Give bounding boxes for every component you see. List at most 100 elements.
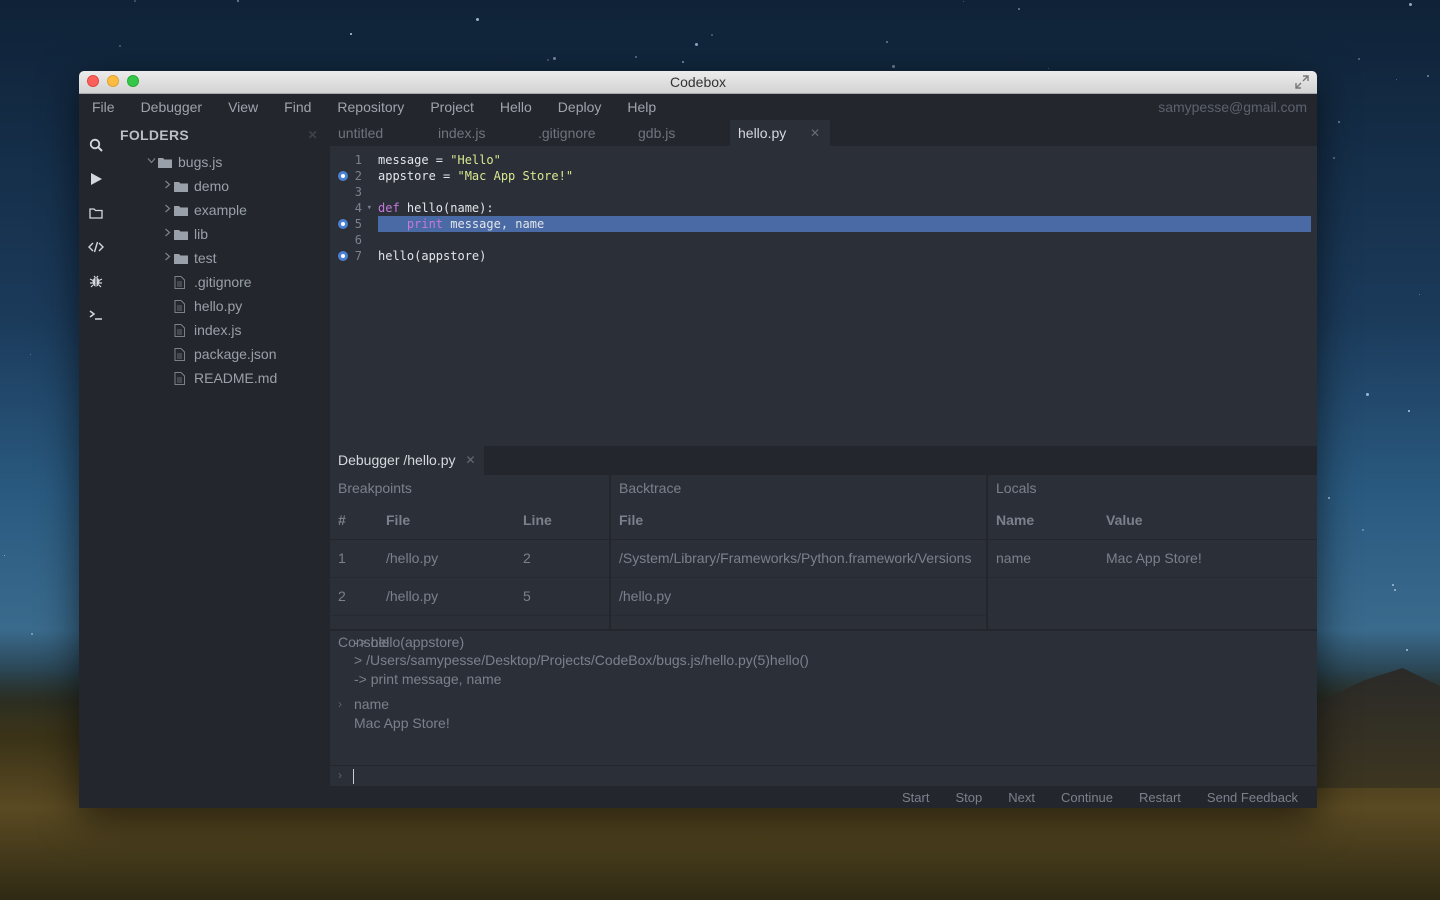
folder-item[interactable]: demo — [112, 174, 330, 198]
line-gutter[interactable]: 5 — [330, 216, 378, 232]
menu-deploy[interactable]: Deploy — [545, 99, 615, 115]
prompt-chevron-icon: › — [338, 697, 342, 711]
user-email[interactable]: samypesse@gmail.com — [1158, 99, 1307, 115]
code-line[interactable]: 2 appstore = "Mac App Store!" — [330, 168, 1317, 184]
file-item[interactable]: index.js — [112, 318, 330, 342]
menu-hello[interactable]: Hello — [487, 99, 545, 115]
table-cell: 2 — [338, 588, 346, 604]
stop-button[interactable]: Stop — [942, 790, 995, 805]
tab-label: index.js — [438, 125, 486, 141]
table-row[interactable]: 2 /hello.py 5 — [330, 578, 609, 616]
chevron-right-icon[interactable] — [160, 180, 174, 192]
console-line: › name — [330, 695, 1317, 714]
restart-button[interactable]: Restart — [1126, 790, 1194, 805]
code-line[interactable]: 6 — [330, 232, 1317, 248]
menu-file[interactable]: File — [79, 99, 128, 115]
main-area: untitled index.js .gitignore gdb.js hello.py… — [330, 120, 1317, 786]
chevron-right-icon[interactable] — [160, 228, 174, 240]
file-item[interactable]: hello.py — [112, 294, 330, 318]
folder-item[interactable]: example — [112, 198, 330, 222]
code-line[interactable]: 1 message = "Hello" — [330, 152, 1317, 168]
start-button[interactable]: Start — [889, 790, 942, 805]
editor-tab[interactable]: untitled — [330, 120, 430, 146]
console-line: > /Users/samypesse/Desktop/Projects/Code… — [330, 651, 1317, 670]
column-header[interactable]: Name — [988, 501, 1098, 539]
line-gutter[interactable]: 1 — [330, 152, 378, 168]
fold-toggle-icon[interactable]: ▾ — [367, 200, 372, 216]
console-text: Mac App Store! — [354, 715, 450, 731]
column-header[interactable]: # — [330, 501, 378, 539]
editor-tab[interactable]: gdb.js — [630, 120, 730, 146]
table-row[interactable]: /System/Library/Frameworks/Python.framew… — [611, 540, 986, 578]
line-gutter[interactable]: 2 — [330, 168, 378, 184]
close-icon[interactable]: ✕ — [308, 128, 318, 142]
folder-icon — [158, 157, 174, 168]
workspace: FOLDERS ✕ bugs.js demo example lib test .giti… — [79, 120, 1317, 786]
breakpoint-marker[interactable] — [338, 219, 348, 229]
console-text: > /Users/samypesse/Desktop/Projects/Code… — [354, 652, 809, 668]
file-icon — [174, 371, 190, 385]
tree-item-label: demo — [194, 178, 230, 194]
menu-find[interactable]: Find — [271, 99, 324, 115]
tree-item-label: test — [194, 250, 217, 266]
folder-item[interactable]: lib — [112, 222, 330, 246]
line-gutter[interactable]: 4 ▾ — [330, 200, 378, 216]
console-line: Mac App Store! — [330, 714, 1317, 733]
code-editor[interactable]: 1 message = "Hello" 2 appstore = "Mac App S… — [330, 146, 1317, 446]
line-gutter[interactable]: 3 — [330, 184, 378, 200]
debugger-tabs: Debugger /hello.py ✕ — [330, 446, 1317, 475]
menu-repository[interactable]: Repository — [324, 99, 417, 115]
column-header[interactable]: File — [611, 501, 986, 539]
console-input[interactable]: › — [330, 765, 1317, 786]
file-icon — [174, 347, 190, 361]
chevron-right-icon[interactable] — [160, 252, 174, 264]
table-row[interactable]: /hello.py — [611, 578, 986, 616]
code-line[interactable]: 3 — [330, 184, 1317, 200]
file-item[interactable]: .gitignore — [112, 270, 330, 294]
editor-tab[interactable]: .gitignore — [530, 120, 630, 146]
editor-tab[interactable]: hello.py ✕ — [730, 120, 830, 146]
line-gutter[interactable]: 6 — [330, 232, 378, 248]
file-icon — [174, 299, 190, 313]
close-icon[interactable]: ✕ — [810, 120, 820, 146]
locals-title: Locals — [996, 480, 1037, 496]
terminal-icon[interactable] — [79, 298, 112, 332]
line-gutter[interactable]: 7 — [330, 248, 378, 264]
chevron-down-icon[interactable] — [144, 156, 158, 168]
breakpoint-marker[interactable] — [338, 251, 348, 261]
debug-icon[interactable] — [79, 264, 112, 298]
continue-button[interactable]: Continue — [1048, 790, 1126, 805]
file-explorer: FOLDERS ✕ bugs.js demo example lib test .giti… — [112, 120, 330, 786]
code-line[interactable]: 7 hello(appstore) — [330, 248, 1317, 264]
menu-help[interactable]: Help — [614, 99, 669, 115]
folder-icon[interactable] — [79, 196, 112, 230]
line-number: 4 — [354, 201, 362, 215]
column-header[interactable]: Value — [1098, 501, 1298, 539]
close-icon[interactable]: ✕ — [466, 446, 476, 475]
column-header[interactable]: File — [378, 501, 515, 539]
table-row[interactable]: 1 /hello.py 2 — [330, 540, 609, 578]
editor-tab[interactable]: index.js — [430, 120, 530, 146]
folder-item[interactable]: bugs.js — [112, 150, 330, 174]
folder-icon — [174, 205, 190, 216]
chevron-right-icon[interactable] — [160, 204, 174, 216]
debugger-tab[interactable]: Debugger /hello.py ✕ — [330, 446, 484, 475]
file-item[interactable]: README.md — [112, 366, 330, 390]
code-line[interactable]: 4 ▾ def hello(name): — [330, 200, 1317, 216]
menu-debugger[interactable]: Debugger — [128, 99, 216, 115]
breakpoint-marker[interactable] — [338, 171, 348, 181]
search-icon[interactable] — [79, 128, 112, 162]
file-item[interactable]: package.json — [112, 342, 330, 366]
send-feedback-button[interactable]: Send Feedback — [1194, 790, 1311, 805]
fullscreen-icon[interactable] — [1295, 75, 1309, 89]
run-icon[interactable] — [79, 162, 112, 196]
table-cell: /hello.py — [619, 588, 672, 604]
code-icon[interactable] — [79, 230, 112, 264]
menu-project[interactable]: Project — [417, 99, 487, 115]
folder-item[interactable]: test — [112, 246, 330, 270]
next-button[interactable]: Next — [995, 790, 1048, 805]
table-row[interactable]: name Mac App Store! — [988, 540, 1317, 578]
column-header[interactable]: Line — [515, 501, 605, 539]
code-line[interactable]: 5 print message, name — [330, 216, 1317, 232]
menu-view[interactable]: View — [215, 99, 271, 115]
